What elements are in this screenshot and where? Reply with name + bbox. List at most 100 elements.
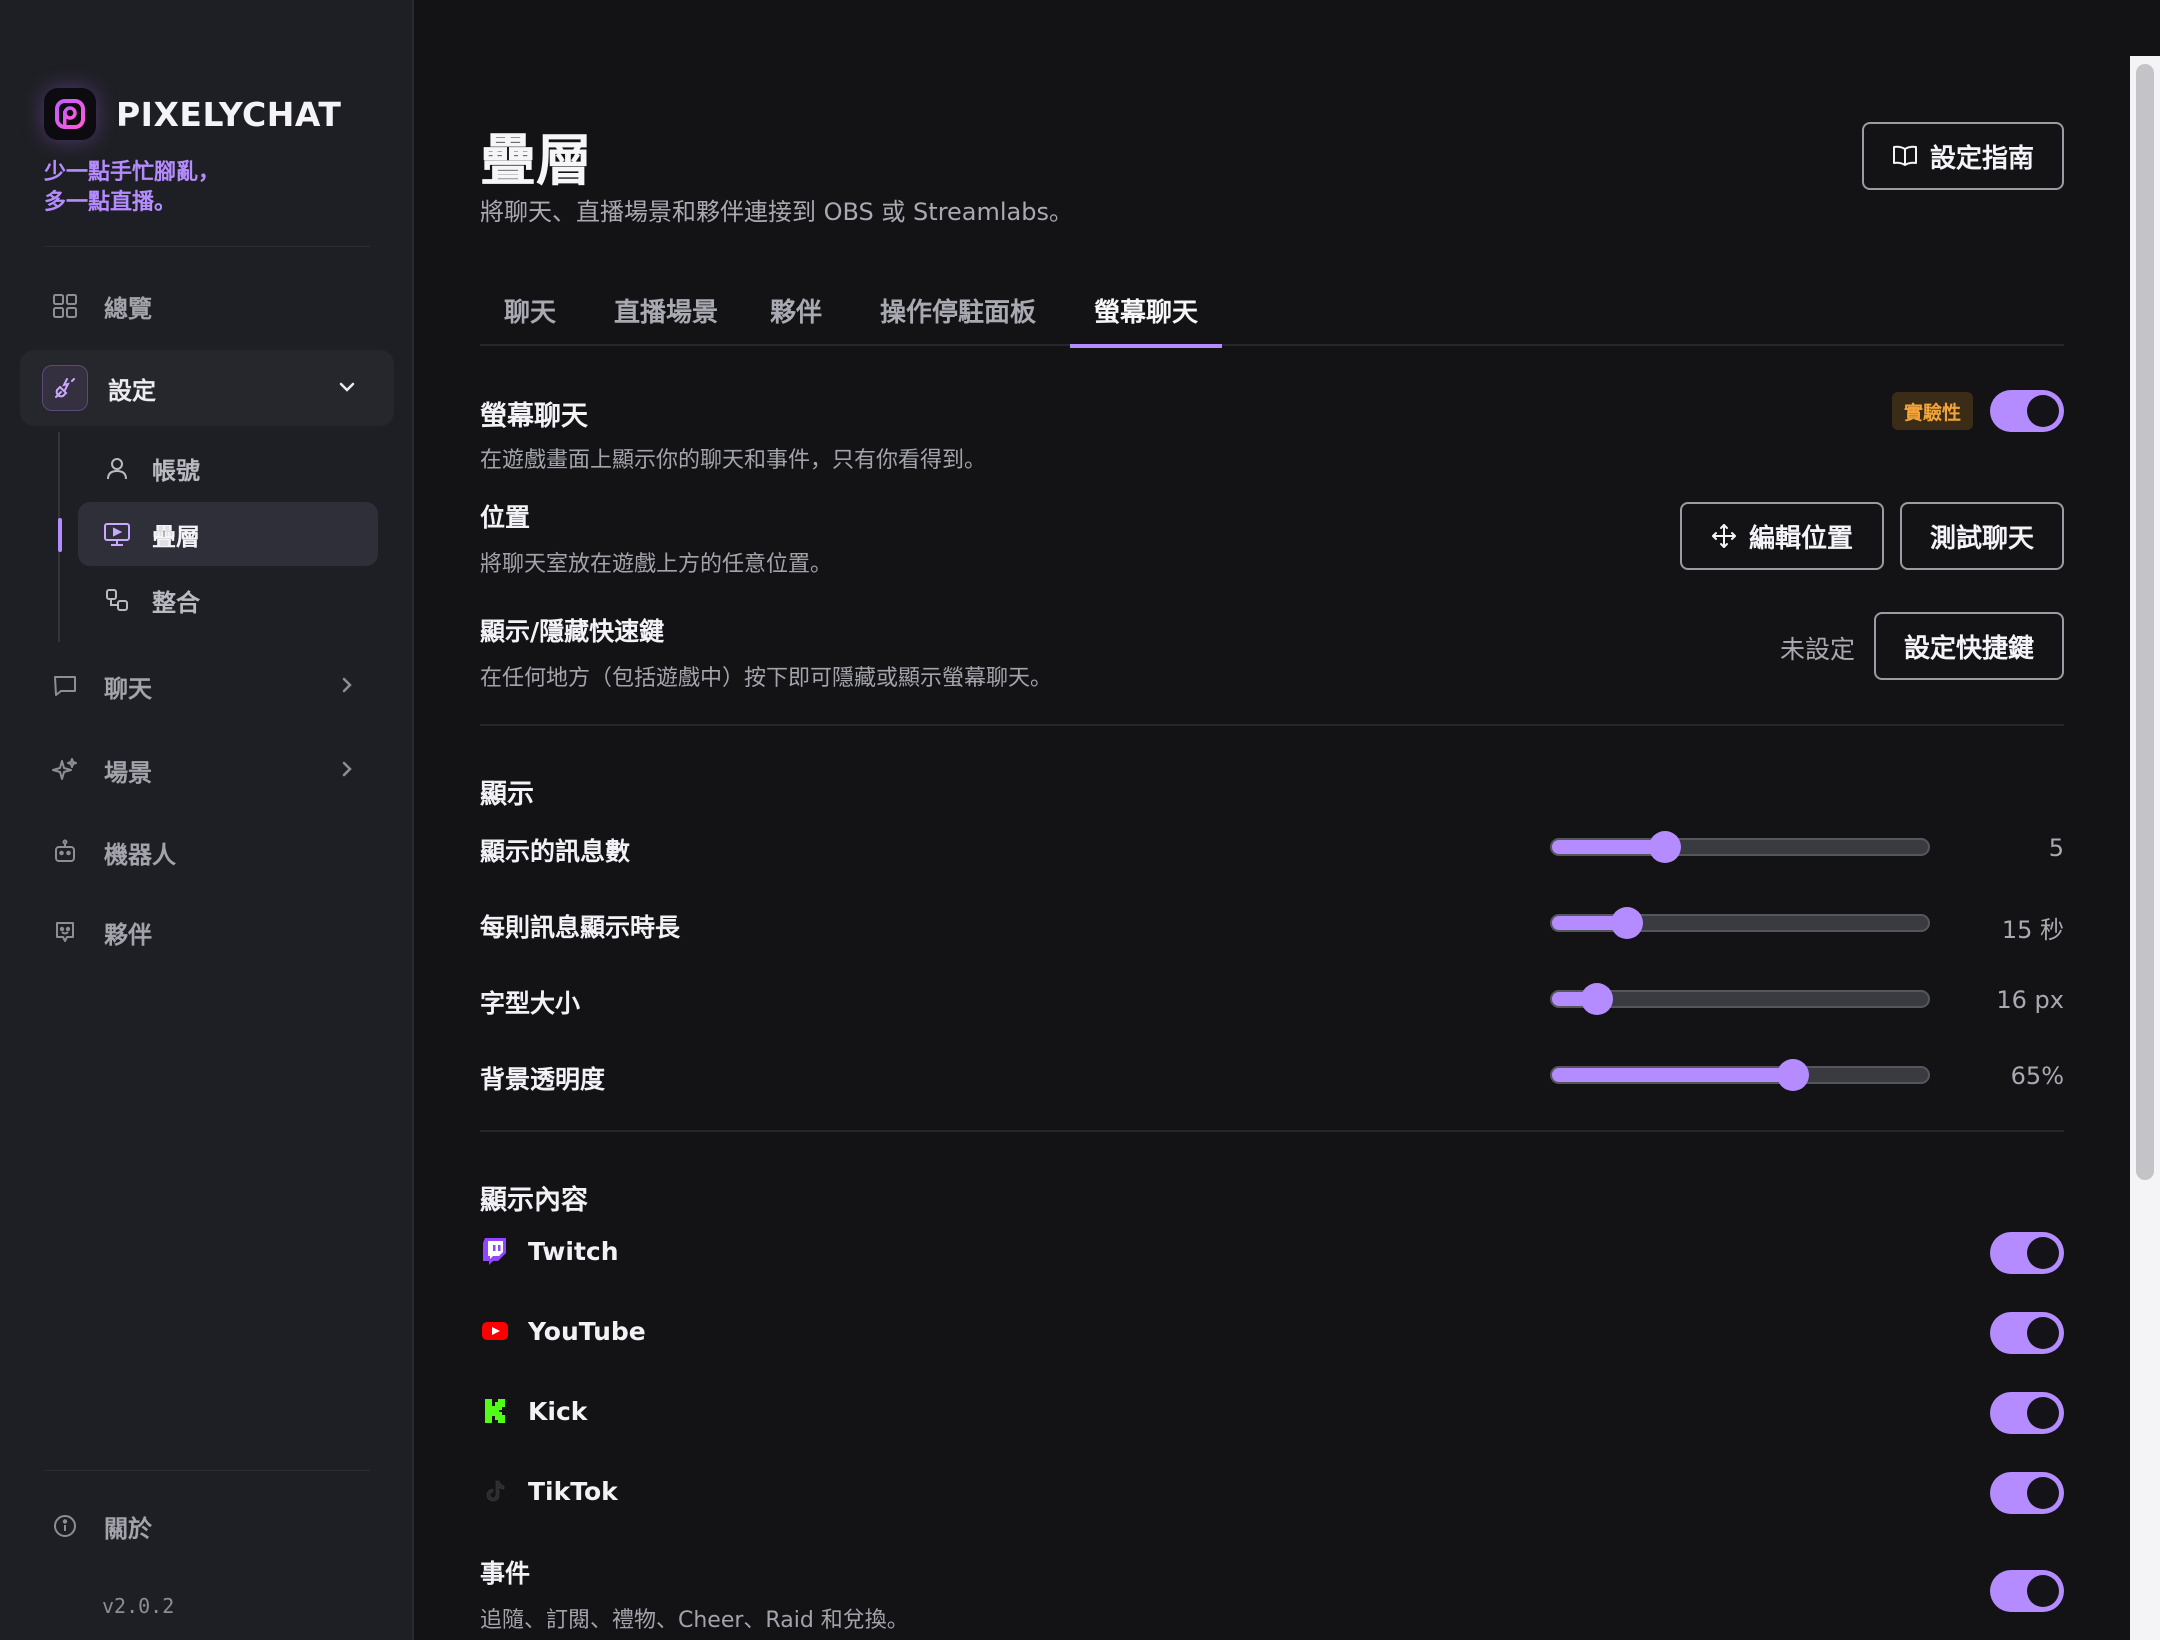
chevron-right-icon[interactable] <box>334 672 360 704</box>
sidebar-item-label: 帳號 <box>152 456 200 485</box>
sidebar-item-label: 設定 <box>108 376 156 405</box>
platform-name: YouTube <box>528 1316 646 1346</box>
tab-partners[interactable]: 夥伴 <box>746 292 846 346</box>
move-icon <box>1711 523 1737 549</box>
slider-thumb[interactable] <box>1776 1059 1809 1091</box>
scrollbar-thumb[interactable] <box>2136 64 2154 1180</box>
sidebar-item-partners[interactable]: 夥伴 <box>20 894 394 970</box>
events-title: 事件 <box>480 1559 531 1588</box>
sidebar-item-chat[interactable]: 聊天 <box>20 648 394 724</box>
page-subtitle: 將聊天、直播場景和夥伴連接到 OBS 或 Streamlabs。 <box>480 198 1074 226</box>
monitor-icon <box>102 519 132 549</box>
sidebar-divider <box>44 246 370 247</box>
tiktok-toggle[interactable] <box>1990 1472 2064 1514</box>
screen-chat-toggle[interactable] <box>1990 390 2064 432</box>
set-hotkey-button[interactable]: 設定快捷鍵 <box>1874 612 2064 680</box>
chat-bubble-icon <box>50 671 80 701</box>
tab-screen-chat[interactable]: 螢幕聊天 <box>1070 292 1223 348</box>
grid-icon <box>50 291 80 321</box>
sidebar-item-label: 整合 <box>152 588 200 617</box>
kick-icon <box>480 1396 510 1426</box>
chevron-right-icon[interactable] <box>334 756 360 788</box>
bg-opacity-slider[interactable] <box>1550 1059 1930 1091</box>
tagline-line-2: 多一點直播。 <box>44 190 177 215</box>
book-icon <box>1892 144 1918 168</box>
sidebar-item-overview[interactable]: 總覽 <box>20 268 394 344</box>
pixelychat-logo-icon <box>44 88 96 140</box>
platform-name: Kick <box>528 1396 588 1426</box>
sidebar-item-bots[interactable]: 機器人 <box>20 814 394 890</box>
tab-chat[interactable]: 聊天 <box>480 292 580 346</box>
page-title: 疊層 <box>480 129 592 194</box>
sidebar-item-scenes[interactable]: 場景 <box>20 732 394 808</box>
plug-icon <box>42 365 88 411</box>
slider-thumb[interactable] <box>1581 983 1614 1015</box>
tiktok-icon <box>480 1476 510 1506</box>
slider-thumb[interactable] <box>1648 831 1681 863</box>
tab-live-scenes[interactable]: 直播場景 <box>590 292 742 346</box>
sparkles-icon <box>50 755 80 785</box>
sidebar-item-integrations[interactable]: 整合 <box>78 568 378 632</box>
tagline-line-1: 少一點手忙腳亂， <box>44 160 221 185</box>
user-icon <box>102 453 132 483</box>
sidebar: PIXELYCHAT 少一點手忙腳亂， 多一點直播。 總覽 設定 帳號 疊層 整… <box>0 0 414 1640</box>
events-toggle[interactable] <box>1990 1570 2064 1612</box>
twitch-toggle[interactable] <box>1990 1232 2064 1274</box>
sidebar-divider <box>44 1470 370 1471</box>
sidebar-item-label: 場景 <box>104 758 152 787</box>
section-divider <box>480 724 2064 726</box>
position-desc: 將聊天室放在遊戲上方的任意位置。 <box>480 552 833 577</box>
edit-position-label: 編輯位置 <box>1748 522 1853 553</box>
toggle-knob <box>2027 1237 2059 1269</box>
version-label: v2.0.2 <box>102 1594 175 1618</box>
section-divider <box>480 1130 2064 1132</box>
platform-kick: Kick <box>480 1396 587 1426</box>
display-title: 顯示 <box>480 779 534 810</box>
sidebar-item-account[interactable]: 帳號 <box>78 436 378 500</box>
slider-fill <box>1552 840 1665 854</box>
submenu-active-indicator <box>58 518 62 552</box>
edit-position-button[interactable]: 編輯位置 <box>1680 502 1884 570</box>
screen-chat-desc: 在遊戲畫面上顯示你的聊天和事件，只有你看得到。 <box>480 448 987 473</box>
sidebar-item-label: 關於 <box>104 1514 152 1543</box>
tab-bar: 聊天 直播場景 夥伴 操作停駐面板 螢幕聊天 <box>480 284 2064 348</box>
platform-twitch: Twitch <box>480 1236 619 1266</box>
tab-action-dock[interactable]: 操作停駐面板 <box>856 292 1060 346</box>
position-title: 位置 <box>480 503 531 532</box>
companion-icon <box>50 917 80 947</box>
toggle-knob <box>2027 1397 2059 1429</box>
integrations-icon <box>102 585 132 615</box>
youtube-toggle[interactable] <box>1990 1312 2064 1354</box>
hotkey-title: 顯示/隱藏快速鍵 <box>480 617 665 646</box>
message-duration-value: 15 秒 <box>2001 916 2064 944</box>
brand-tagline: 少一點手忙腳亂， 多一點直播。 <box>44 158 344 218</box>
setup-guide-button[interactable]: 設定指南 <box>1862 122 2064 190</box>
message-count-value: 5 <box>2048 834 2064 862</box>
sidebar-item-label: 總覽 <box>104 294 152 323</box>
setup-guide-label: 設定指南 <box>1929 142 2034 173</box>
brand-name: PIXELYCHAT <box>116 94 342 134</box>
font-size-slider[interactable] <box>1550 983 1930 1015</box>
sidebar-item-about[interactable]: 關於 <box>20 1488 394 1564</box>
test-chat-button[interactable]: 測試聊天 <box>1900 502 2064 570</box>
brand[interactable]: PIXELYCHAT <box>44 88 341 140</box>
toggle-knob <box>2027 1575 2059 1607</box>
sidebar-item-label: 夥伴 <box>104 920 152 949</box>
platform-name: Twitch <box>528 1236 619 1266</box>
hotkey-desc: 在任何地方（包括遊戲中）按下即可隱藏或顯示螢幕聊天。 <box>480 666 1053 691</box>
chevron-down-icon[interactable] <box>334 374 360 406</box>
kick-toggle[interactable] <box>1990 1392 2064 1434</box>
sidebar-item-overlay[interactable]: 疊層 <box>78 502 378 566</box>
toggle-knob <box>2027 1317 2059 1349</box>
experimental-badge: 實驗性 <box>1892 392 1974 430</box>
font-size-value: 16 px <box>1996 986 2064 1014</box>
slider-label-message-duration: 每則訊息顯示時長 <box>480 913 681 942</box>
toggle-knob <box>2027 1477 2059 1509</box>
message-duration-slider[interactable] <box>1550 907 1930 939</box>
slider-label-message-count: 顯示的訊息數 <box>480 837 631 866</box>
message-count-slider[interactable] <box>1550 831 1930 863</box>
slider-label-font-size: 字型大小 <box>480 989 581 1018</box>
sidebar-item-settings[interactable]: 設定 <box>20 350 394 426</box>
slider-thumb[interactable] <box>1611 907 1644 939</box>
events-desc: 追隨、訂閱、禮物、Cheer、Raid 和兌換。 <box>480 1608 909 1633</box>
